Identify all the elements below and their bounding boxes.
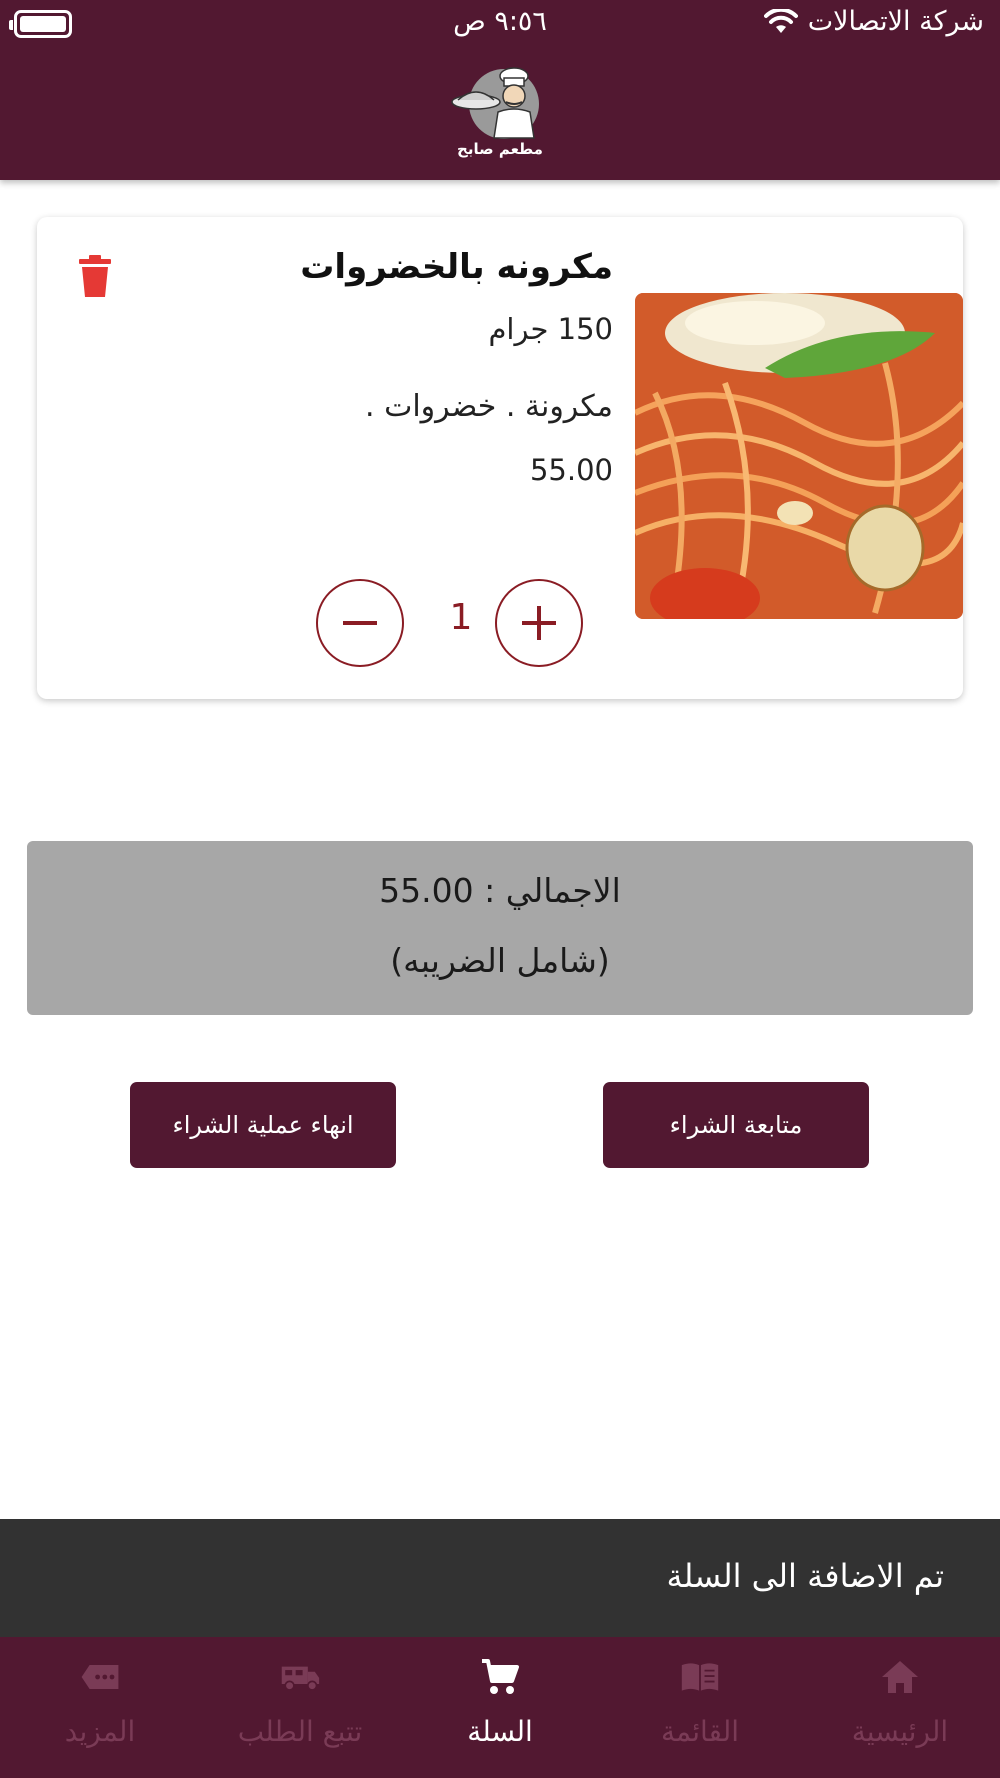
item-weight: 150 جرام	[488, 312, 613, 346]
status-bar: شركة الاتصالات ٩:٥٦ ص	[0, 0, 1000, 50]
nav-item-home[interactable]: الرئيسية	[800, 1637, 1000, 1778]
home-icon	[880, 1657, 920, 1697]
finish-purchase-button[interactable]: انهاء عملية الشراء	[130, 1082, 396, 1168]
restaurant-logo: مطعم صابح	[444, 66, 556, 164]
nav-label-track-order: تتبع الطلب	[237, 1715, 363, 1748]
cart-screen: شركة الاتصالات ٩:٥٦ ص مطعم صابح مكرونه ب…	[0, 0, 1000, 1778]
snackbar-message: تم الاضافة الى السلة	[666, 1557, 944, 1595]
minus-icon	[343, 621, 377, 625]
item-price: 55.00	[529, 453, 613, 487]
continue-shopping-button[interactable]: متابعة الشراء	[603, 1082, 869, 1168]
logo-text: مطعم صابح	[457, 140, 543, 158]
total-amount: الاجمالي : 55.00	[379, 871, 621, 910]
tax-note: (شامل الضريبه)	[390, 941, 610, 980]
snackbar: تم الاضافة الى السلة	[0, 1519, 1000, 1637]
status-time: ٩:٥٦ ص	[453, 6, 547, 37]
total-summary: الاجمالي : 55.00 (شامل الضريبه)	[27, 841, 973, 1015]
nav-item-more[interactable]: المزيد	[0, 1637, 200, 1778]
item-description: مكرونة . خضروات .	[365, 389, 613, 424]
battery-icon	[9, 10, 72, 38]
bottom-navigation: الرئيسية القائمة السلة تتبع الطلب المزيد	[0, 1637, 1000, 1778]
cart-item-card: مكرونه بالخضروات 150 جرام مكرونة . خضروا…	[37, 217, 963, 699]
nav-item-cart[interactable]: السلة	[400, 1637, 600, 1778]
item-image	[635, 293, 963, 619]
nav-item-menu[interactable]: القائمة	[600, 1637, 800, 1778]
truck-icon	[280, 1657, 320, 1697]
item-title: مكرونه بالخضروات	[300, 247, 613, 287]
cart-icon	[480, 1657, 520, 1697]
nav-label-more: المزيد	[64, 1715, 136, 1748]
app-header: شركة الاتصالات ٩:٥٦ ص مطعم صابح	[0, 0, 1000, 180]
chef-logo-icon	[451, 67, 539, 139]
quantity-value: 1	[449, 597, 473, 638]
delete-item-button[interactable]	[79, 255, 111, 297]
plus-icon	[522, 606, 556, 640]
trash-icon	[79, 255, 111, 297]
decrease-quantity-button[interactable]	[316, 579, 404, 667]
nav-label-home: الرئيسية	[851, 1715, 949, 1748]
nav-label-menu: القائمة	[661, 1715, 739, 1748]
nav-item-track-order[interactable]: تتبع الطلب	[200, 1637, 400, 1778]
menu-book-icon	[680, 1657, 720, 1697]
more-tag-icon	[80, 1657, 120, 1697]
nav-label-cart: السلة	[467, 1715, 533, 1748]
increase-quantity-button[interactable]	[495, 579, 583, 667]
